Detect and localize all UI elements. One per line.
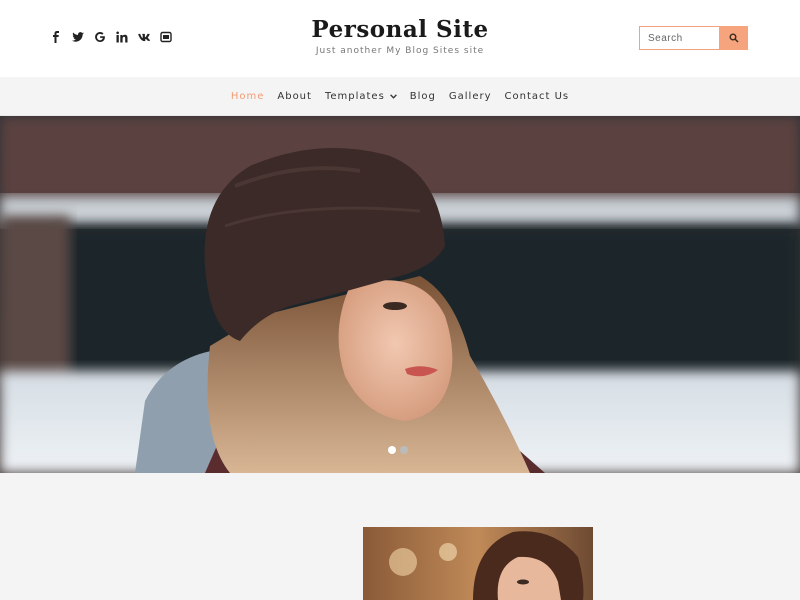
hero-slide-image — [0, 116, 800, 473]
nav-item-templates[interactable]: Templates — [325, 91, 397, 102]
search-icon — [729, 33, 739, 43]
slider-dot-2[interactable] — [400, 446, 408, 454]
nav-item-label: Blog — [409, 91, 436, 102]
nav-item-about[interactable]: About — [277, 91, 312, 102]
search-input[interactable] — [639, 26, 719, 50]
nav-item-label: Gallery — [448, 91, 492, 102]
content-area — [0, 473, 800, 600]
nav-item-label: Home — [230, 91, 265, 102]
chevron-down-icon — [389, 94, 397, 99]
nav-item-label: About — [277, 91, 312, 102]
slider-pagination — [388, 446, 408, 454]
nav-item-label: Contact Us — [504, 91, 570, 102]
post-thumbnail[interactable] — [363, 527, 593, 600]
hero-slider[interactable] — [0, 116, 800, 473]
nav-item-label: Templates — [324, 91, 385, 102]
nav-item-home[interactable]: Home — [231, 91, 265, 102]
nav-item-gallery[interactable]: Gallery — [449, 91, 492, 102]
main-navigation: Home About Templates Blog Gallery Contac… — [0, 77, 800, 116]
site-header: Personal Site Just another My Blog Sites… — [0, 0, 800, 77]
search-form — [639, 26, 748, 50]
slider-dot-1[interactable] — [388, 446, 396, 454]
search-button[interactable] — [719, 26, 748, 50]
nav-item-contact-us[interactable]: Contact Us — [505, 91, 570, 102]
nav-item-blog[interactable]: Blog — [410, 91, 436, 102]
